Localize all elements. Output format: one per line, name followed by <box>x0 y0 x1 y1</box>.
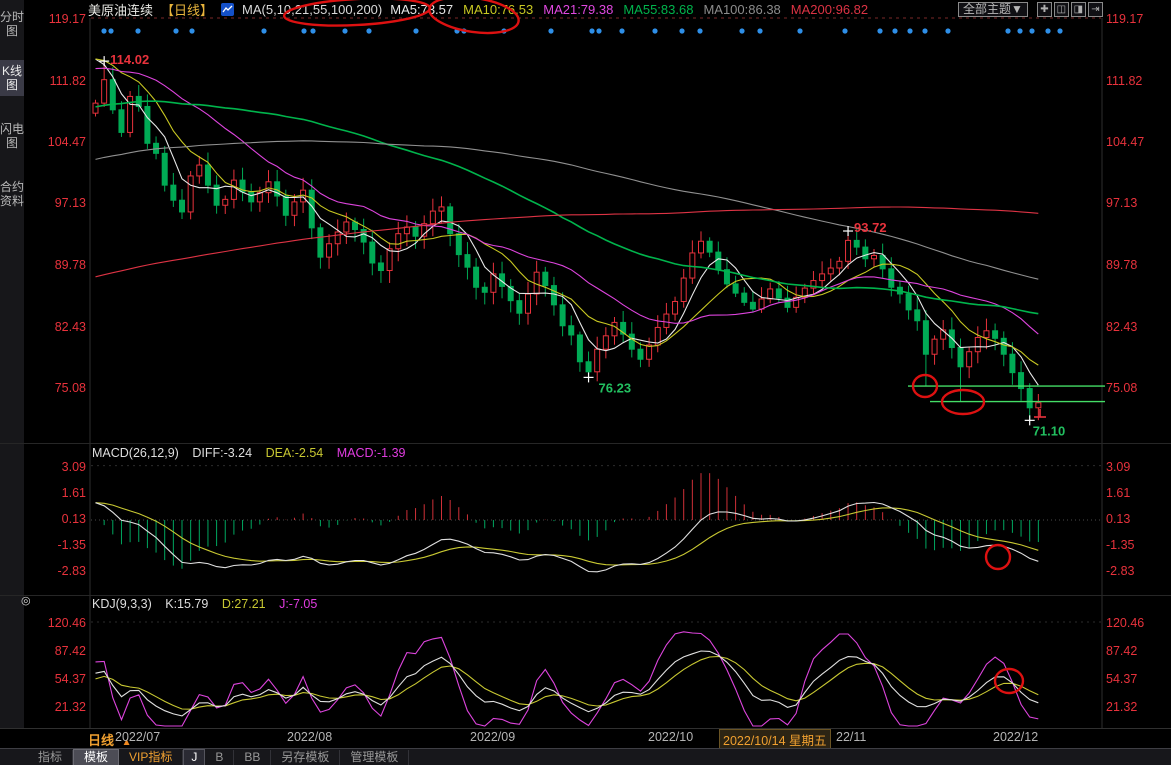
price-axis-label: 97.13 <box>28 196 86 210</box>
zoom-frame-icon[interactable]: ◫ <box>1054 2 1069 17</box>
crosshair-date-readout: 2022/10/14 星期五 <box>719 729 831 750</box>
trading-terminal: 分时图 K线图闪电图合约资料 美原油连续 【日线】 MA(5,10,21,55,1… <box>0 0 1171 765</box>
price-axis-label: 104.47 <box>1106 135 1164 149</box>
chart-header: 美原油连续 【日线】 MA(5,10,21,55,100,200) MA5:73… <box>88 0 868 18</box>
macd-diff-value: DIFF:-3.24 <box>192 446 252 460</box>
symbol-title: 美原油连续 <box>88 0 153 19</box>
x-axis-date-label: 2022/10 <box>648 730 693 744</box>
sidebar-tab-1[interactable]: K线图 <box>0 60 24 96</box>
ma-value-label: MA100:86.38 <box>703 2 780 17</box>
kdj-d-value: D:27.21 <box>222 597 266 611</box>
ma-value-label: MA55:83.68 <box>623 2 693 17</box>
kdj-j-value: J:-7.05 <box>279 597 317 611</box>
macd-axis-label: 0.13 <box>28 512 86 526</box>
pop-out-icon[interactable]: ⇥ <box>1088 2 1103 17</box>
theme-dropdown[interactable]: 全部主题▼ <box>958 2 1028 17</box>
x-axis-date-label: 2022/12 <box>993 730 1038 744</box>
zoom-right-icon[interactable]: ◨ <box>1071 2 1086 17</box>
price-axis-label: 111.82 <box>28 74 86 88</box>
price-axis-label: 111.82 <box>1106 74 1164 88</box>
price-axis-label: 82.43 <box>1106 320 1164 334</box>
ma-values: MA5:73.57 MA10:76.53 MA21:79.38 MA55:83.68 M… <box>390 2 868 17</box>
kdj-axis-label: 120.46 <box>1106 616 1164 630</box>
ma-value-label: MA5:73.57 <box>390 2 453 17</box>
ma-settings-label: MA(5,10,21,55,100,200) <box>242 2 382 17</box>
kdj-axis-label: 87.42 <box>28 644 86 658</box>
sidebar: 分时图 K线图闪电图合约资料 <box>0 0 24 728</box>
price-axis-label: 89.78 <box>28 258 86 272</box>
x-axis-date-label: 2022/08 <box>287 730 332 744</box>
ma-value-label: MA10:76.53 <box>463 2 533 17</box>
kdj-k-value: K:15.79 <box>165 597 208 611</box>
toolbar-item-5[interactable]: BB <box>234 750 271 765</box>
macd-axis-label: 1.61 <box>28 486 86 500</box>
toolbar-item-7[interactable]: 管理模板 <box>340 750 409 765</box>
x-axis-date-label: 2022/07 <box>115 730 160 744</box>
macd-axis-label: -1.35 <box>28 538 86 552</box>
macd-axis-label: 1.61 <box>1106 486 1164 500</box>
x-axis-date-label: 22/11 <box>836 730 866 744</box>
period-label: 【日线】 <box>161 0 213 19</box>
price-axis-label: 119.17 <box>1106 12 1164 26</box>
toolbar-item-4[interactable]: B <box>205 750 234 765</box>
macd-axis-label: -1.35 <box>1106 538 1164 552</box>
kdj-panel-icon[interactable]: ◎ <box>21 594 31 607</box>
kline-chart-icon <box>221 3 234 16</box>
macd-title: MACD(26,12,9) <box>92 446 179 460</box>
header-controls: 全部主题▼ ✚◫◨⇥ <box>958 2 1103 17</box>
macd-axis-label: -2.83 <box>1106 564 1164 578</box>
price-axis-label: 75.08 <box>1106 381 1164 395</box>
kdj-axis-label: 54.37 <box>1106 672 1164 686</box>
date-axis-row: 日线 ▲ 2022/072022/082022/092022/102022/10… <box>0 728 1171 748</box>
toolbar-item-2[interactable]: VIP指标 <box>119 750 183 765</box>
price-axis-label: 119.17 <box>28 12 86 26</box>
kdj-axis-label: 87.42 <box>1106 644 1164 658</box>
kdj-axis-label: 21.32 <box>28 700 86 714</box>
sidebar-tab-0[interactable]: 分时图 <box>0 6 24 42</box>
bottom-toolbar: 指标模板VIP指标JBBB另存模板管理模板 <box>0 748 1171 765</box>
macd-axis-label: 3.09 <box>28 460 86 474</box>
ma-value-label: MA200:96.82 <box>791 2 868 17</box>
toolbar-item-6[interactable]: 另存模板 <box>271 750 340 765</box>
sidebar-tab-2[interactable]: 闪电图 <box>0 118 24 154</box>
macd-dea-value: DEA:-2.54 <box>266 446 324 460</box>
x-axis-date-label: 2022/09 <box>470 730 515 744</box>
macd-axis-label: -2.83 <box>28 564 86 578</box>
kdj-axis-label: 120.46 <box>28 616 86 630</box>
kline-plot-area[interactable] <box>90 18 1102 443</box>
period-text: 日线 <box>88 733 114 748</box>
macd-header: MACD(26,12,9) DIFF:-3.24 DEA:-2.54 MACD:… <box>92 446 416 461</box>
price-axis-label: 75.08 <box>28 381 86 395</box>
kdj-plot-area[interactable] <box>90 595 1102 728</box>
macd-axis-label: 3.09 <box>1106 460 1164 474</box>
price-axis-label: 82.43 <box>28 320 86 334</box>
sidebar-tab-3[interactable]: 合约资料 <box>0 176 24 212</box>
price-axis-label: 89.78 <box>1106 258 1164 272</box>
macd-macd-value: MACD:-1.39 <box>337 446 406 460</box>
ma-value-label: MA21:79.38 <box>543 2 613 17</box>
kdj-axis-label: 54.37 <box>28 672 86 686</box>
toolbar-item-1[interactable]: 模板 <box>73 749 119 765</box>
kdj-axis-label: 21.32 <box>1106 700 1164 714</box>
toolbar-item-0[interactable]: 指标 <box>28 750 73 765</box>
price-axis-label: 97.13 <box>1106 196 1164 210</box>
pan-icon[interactable]: ✚ <box>1037 2 1052 17</box>
macd-plot-area[interactable] <box>90 443 1102 595</box>
kdj-header: KDJ(9,3,3) K:15.79 D:27.21 J:-7.05 <box>92 597 327 612</box>
kdj-title: KDJ(9,3,3) <box>92 597 152 611</box>
toolbar-item-3[interactable]: J <box>183 749 205 765</box>
macd-axis-label: 0.13 <box>1106 512 1164 526</box>
price-axis-label: 104.47 <box>28 135 86 149</box>
